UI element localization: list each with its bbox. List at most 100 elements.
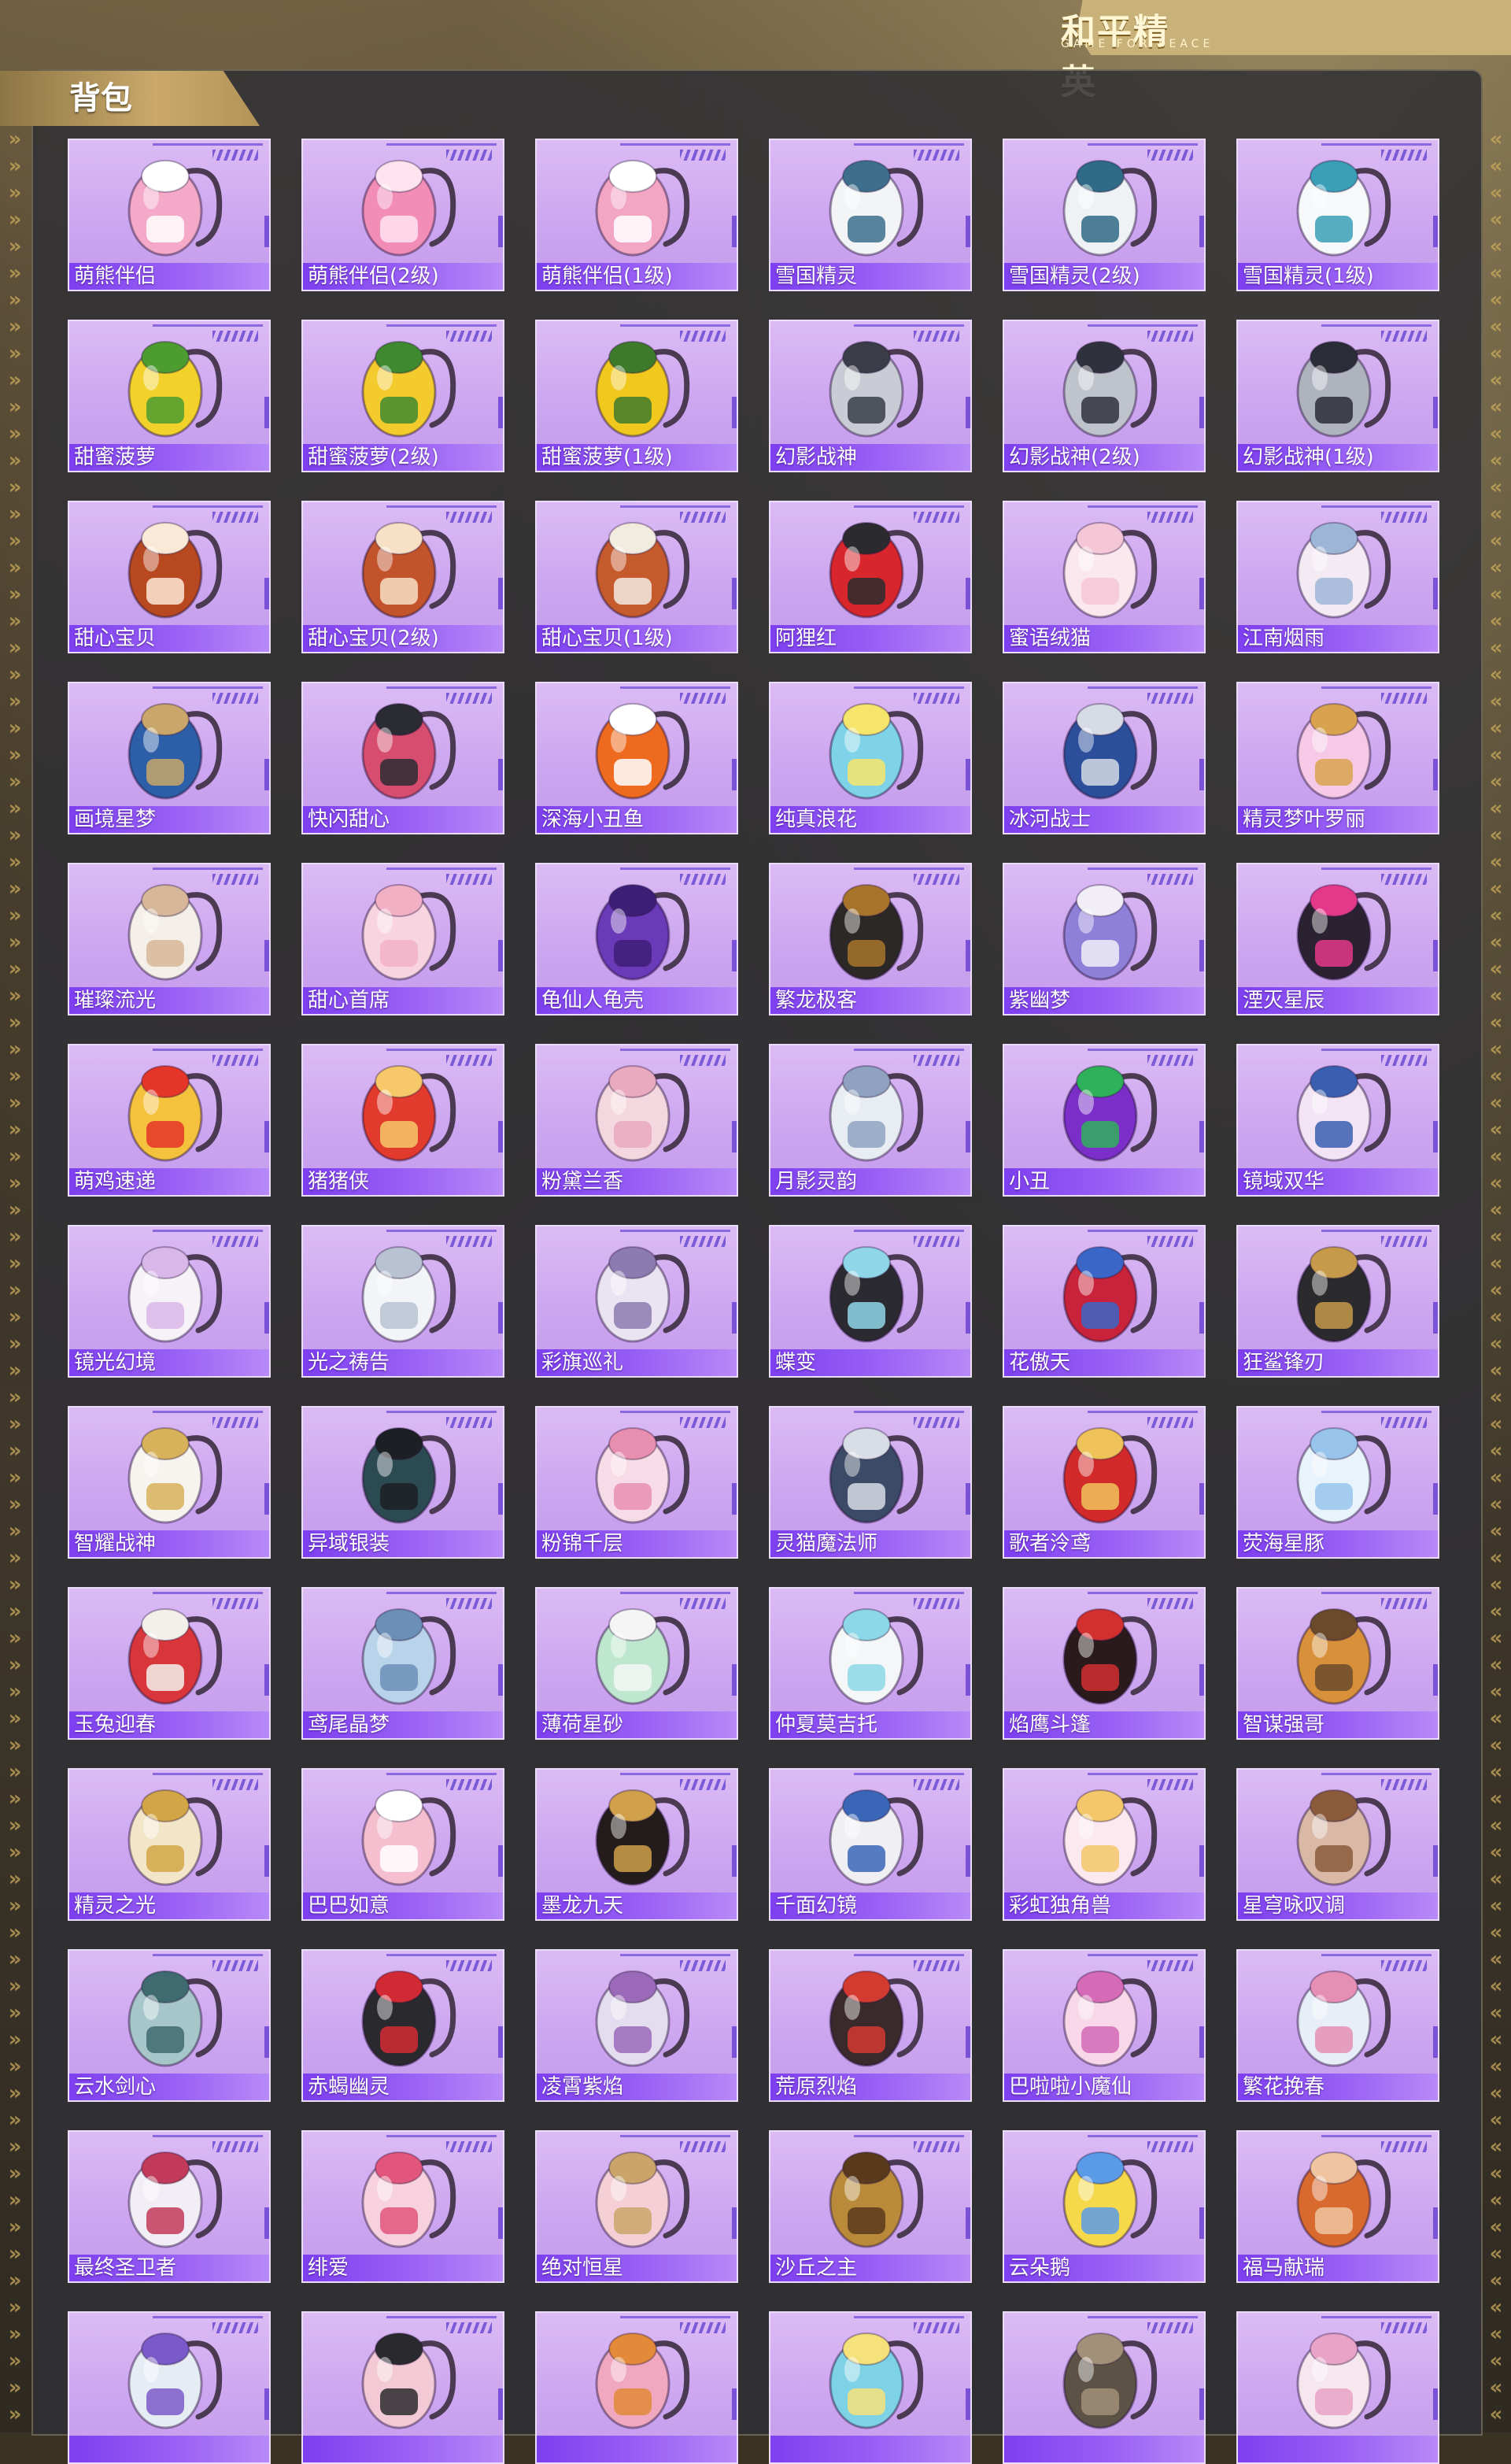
item-name: 镜域双华 <box>1238 1168 1438 1195</box>
item-card[interactable]: 玉兔迎春 <box>68 1587 271 1740</box>
armored-backpack-icon <box>829 341 924 438</box>
item-card[interactable]: 萌熊伴侣(2级) <box>301 139 504 291</box>
item-card[interactable]: 繁花挽春 <box>1236 1949 1439 2102</box>
item-name: 墨龙九天 <box>537 1892 737 1919</box>
item-card[interactable]: 湮灭星辰 <box>1236 863 1439 1016</box>
item-card[interactable]: 阿狸红 <box>769 501 972 653</box>
item-card[interactable]: 蝶变 <box>769 1225 972 1378</box>
item-card[interactable] <box>535 2311 738 2464</box>
item-name: 歌者泠鸢 <box>1004 1530 1204 1557</box>
item-card[interactable]: 雪国精灵(2级) <box>1003 139 1206 291</box>
item-card[interactable]: 幻影战神(2级) <box>1003 320 1206 472</box>
item-card[interactable]: 粉黛兰香 <box>535 1044 738 1197</box>
moon-backpack-icon <box>829 1065 924 1162</box>
item-card[interactable]: 深海小丑鱼 <box>535 682 738 834</box>
pink-llama-backpack-icon <box>1296 2333 1391 2429</box>
item-card[interactable]: 江南烟雨 <box>1236 501 1439 653</box>
item-name: 焰鹰斗篷 <box>1004 1711 1204 1738</box>
item-card[interactable]: 异域银装 <box>301 1406 504 1559</box>
item-card[interactable]: 花傲天 <box>1003 1225 1206 1378</box>
horse-backpack-icon <box>1296 2151 1391 2248</box>
item-card[interactable]: 猪猪侠 <box>301 1044 504 1197</box>
item-card[interactable]: 镜域双华 <box>1236 1044 1439 1197</box>
item-card[interactable]: 荧海星豚 <box>1236 1406 1439 1559</box>
item-card[interactable]: 甜蜜菠萝 <box>68 320 271 472</box>
item-card[interactable]: 沙丘之主 <box>769 2130 972 2283</box>
item-name: 灵猫魔法师 <box>770 1530 970 1557</box>
item-card[interactable]: 紫幽梦 <box>1003 863 1206 1016</box>
item-card[interactable]: 幻影战神(1级) <box>1236 320 1439 472</box>
bow-backpack-icon <box>127 884 223 981</box>
item-card[interactable]: 荒原烈焰 <box>769 1949 972 2102</box>
item-card[interactable]: 千面幻镜 <box>769 1768 972 1921</box>
chevron-rail-left: » » » » » » » » » » » » » » » » » » » » … <box>8 128 22 2426</box>
item-card[interactable]: 纯真浪花 <box>769 682 972 834</box>
item-card[interactable]: 镜光幻境 <box>68 1225 271 1378</box>
item-card[interactable] <box>1003 2311 1206 2464</box>
item-card[interactable]: 巴啦啦小魔仙 <box>1003 1949 1206 2102</box>
item-card[interactable]: 粉锦千层 <box>535 1406 738 1559</box>
item-card[interactable] <box>301 2311 504 2464</box>
item-name: 巴巴如意 <box>303 1892 503 1919</box>
item-card[interactable]: 光之祷告 <box>301 1225 504 1378</box>
pink-bear-backpack-icon <box>127 160 223 257</box>
item-card[interactable]: 绝对恒星 <box>535 2130 738 2283</box>
item-card[interactable]: 萌鸡速递 <box>68 1044 271 1197</box>
tactical-backpack-icon <box>361 1427 456 1524</box>
item-card[interactable]: 甜心宝贝 <box>68 501 271 653</box>
item-name <box>770 2436 970 2462</box>
item-card[interactable]: 幻影战神 <box>769 320 972 472</box>
item-card[interactable]: 彩虹独角兽 <box>1003 1768 1206 1921</box>
white-wing-backpack-icon <box>127 1246 223 1343</box>
item-card[interactable]: 云水剑心 <box>68 1949 271 2102</box>
item-card[interactable]: 龟仙人龟壳 <box>535 863 738 1016</box>
item-card[interactable]: 萌熊伴侣(1级) <box>535 139 738 291</box>
snowman-backpack-icon <box>1062 160 1158 257</box>
item-card[interactable]: 甜心宝贝(1级) <box>535 501 738 653</box>
item-card[interactable]: 福马献瑞 <box>1236 2130 1439 2283</box>
item-card[interactable]: 墨龙九天 <box>535 1768 738 1921</box>
item-card[interactable]: 画境星梦 <box>68 682 271 834</box>
item-card[interactable]: 狂鲨锋刃 <box>1236 1225 1439 1378</box>
item-card[interactable]: 雪国精灵 <box>769 139 972 291</box>
item-card[interactable]: 凌霄紫焰 <box>535 1949 738 2102</box>
item-card[interactable] <box>769 2311 972 2464</box>
item-card[interactable]: 月影灵韵 <box>769 1044 972 1197</box>
item-card[interactable]: 星穹咏叹调 <box>1236 1768 1439 1921</box>
item-name: 蝶变 <box>770 1349 970 1376</box>
item-card[interactable]: 甜蜜菠萝(2级) <box>301 320 504 472</box>
crystal-ball-backpack-icon <box>361 1608 456 1705</box>
item-card[interactable]: 巴巴如意 <box>301 1768 504 1921</box>
item-card[interactable]: 甜心宝贝(2级) <box>301 501 504 653</box>
item-card[interactable]: 快闪甜心 <box>301 682 504 834</box>
item-card[interactable]: 甜蜜菠萝(1级) <box>535 320 738 472</box>
item-card[interactable]: 蜜语绒猫 <box>1003 501 1206 653</box>
item-card[interactable] <box>68 2311 271 2464</box>
item-card[interactable]: 云朵鹅 <box>1003 2130 1206 2283</box>
item-card[interactable]: 仲夏莫吉托 <box>769 1587 972 1740</box>
item-card[interactable]: 鸢尾晶梦 <box>301 1587 504 1740</box>
item-card[interactable]: 薄荷星砂 <box>535 1587 738 1740</box>
item-card[interactable]: 焰鹰斗篷 <box>1003 1587 1206 1740</box>
item-card[interactable]: 萌熊伴侣 <box>68 139 271 291</box>
item-card[interactable]: 最终圣卫者 <box>68 2130 271 2283</box>
item-card[interactable]: 精灵之光 <box>68 1768 271 1921</box>
item-card[interactable]: 歌者泠鸢 <box>1003 1406 1206 1559</box>
item-card[interactable]: 智谋强哥 <box>1236 1587 1439 1740</box>
item-card[interactable]: 智耀战神 <box>68 1406 271 1559</box>
item-name: 智耀战神 <box>69 1530 269 1557</box>
item-card[interactable]: 繁龙极客 <box>769 863 972 1016</box>
item-card[interactable]: 赤蝎幽灵 <box>301 1949 504 2102</box>
item-card[interactable] <box>1236 2311 1439 2464</box>
item-name: 云水剑心 <box>69 2074 269 2100</box>
item-card[interactable]: 精灵梦叶罗丽 <box>1236 682 1439 834</box>
item-card[interactable]: 彩旗巡礼 <box>535 1225 738 1378</box>
red-pouch-backpack-icon <box>1062 1427 1158 1524</box>
item-card[interactable]: 冰河战士 <box>1003 682 1206 834</box>
item-card[interactable]: 雪国精灵(1级) <box>1236 139 1439 291</box>
item-card[interactable]: 璀璨流光 <box>68 863 271 1016</box>
item-card[interactable]: 灵猫魔法师 <box>769 1406 972 1559</box>
item-card[interactable]: 甜心首席 <box>301 863 504 1016</box>
item-card[interactable]: 绯爱 <box>301 2130 504 2283</box>
item-card[interactable]: 小丑 <box>1003 1044 1206 1197</box>
